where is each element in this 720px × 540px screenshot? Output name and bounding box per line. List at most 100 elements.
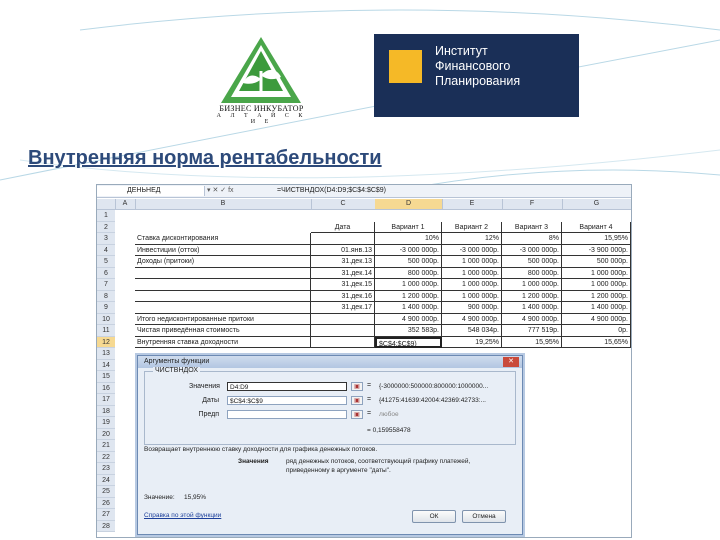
date-cell[interactable]: 31.дек.14 xyxy=(311,267,375,279)
row-header[interactable]: 23 xyxy=(97,463,115,475)
cancel-button[interactable]: Отмена xyxy=(462,510,506,523)
date-cell[interactable]: 31.дек.15 xyxy=(311,279,375,291)
row-header[interactable]: 11 xyxy=(97,325,115,337)
formula-buttons[interactable]: ▾ ✕ ✓ fx xyxy=(207,186,272,196)
value-cell[interactable]: 500 000р. xyxy=(502,256,562,268)
value-cell[interactable]: 500 000р. xyxy=(562,256,631,268)
total-cell[interactable]: 4 900 000р. xyxy=(562,313,631,325)
table-cell[interactable] xyxy=(311,325,375,337)
value-cell[interactable]: 1 000 000р. xyxy=(442,290,502,302)
label-cell[interactable]: Инвестиции (отток) xyxy=(135,244,311,256)
row-header[interactable]: 1 xyxy=(97,210,115,222)
total-cell[interactable]: 4 900 000р. xyxy=(502,313,562,325)
npv-cell[interactable]: 0р. xyxy=(562,325,631,337)
collapse-dialog-icon[interactable]: ▣ xyxy=(351,396,363,405)
label-cell[interactable]: Внутренняя ставка доходности xyxy=(135,336,311,348)
value-cell[interactable]: 1 000 000р. xyxy=(442,279,502,291)
row-header[interactable]: 3 xyxy=(97,233,115,245)
rate-cell[interactable]: 15,95% xyxy=(562,233,631,245)
collapse-dialog-icon[interactable]: ▣ xyxy=(351,382,363,391)
column-header-g[interactable]: G xyxy=(562,199,631,209)
irr-cell[interactable]: 15,65% xyxy=(562,336,631,348)
label-cell[interactable] xyxy=(135,302,311,314)
column-header-e[interactable]: E xyxy=(442,199,503,209)
header-cell[interactable]: Вариант 1 xyxy=(375,221,442,233)
row-header[interactable]: 12 xyxy=(97,336,115,348)
name-box[interactable]: ДЕНЬНЕД xyxy=(97,186,205,196)
table-cell[interactable] xyxy=(311,233,375,245)
header-cell[interactable]: Вариант 2 xyxy=(442,221,502,233)
row-header[interactable]: 14 xyxy=(97,359,115,371)
table-cell[interactable] xyxy=(311,313,375,325)
label-cell[interactable] xyxy=(135,279,311,291)
column-header-b[interactable]: B xyxy=(135,199,312,209)
guess-input[interactable] xyxy=(227,410,347,419)
close-icon[interactable]: ✕ xyxy=(503,357,519,367)
table-cell[interactable] xyxy=(311,336,375,348)
ok-button[interactable]: ОК xyxy=(412,510,456,523)
header-cell[interactable]: Вариант 3 xyxy=(502,221,562,233)
value-cell[interactable]: 1 400 000р. xyxy=(375,302,442,314)
row-header[interactable]: 5 xyxy=(97,256,115,268)
row-header[interactable]: 27 xyxy=(97,509,115,521)
row-header[interactable]: 7 xyxy=(97,279,115,291)
npv-cell[interactable]: 352 583р. xyxy=(375,325,442,337)
help-link[interactable]: Справка по этой функции xyxy=(144,512,221,519)
value-cell[interactable]: 1 000 000р. xyxy=(442,267,502,279)
rate-cell[interactable]: 12% xyxy=(442,233,502,245)
value-cell[interactable]: 1 000 000р. xyxy=(502,279,562,291)
row-header[interactable]: 6 xyxy=(97,267,115,279)
row-header[interactable]: 20 xyxy=(97,428,115,440)
irr-cell[interactable]: 15,95% xyxy=(502,336,562,348)
value-cell[interactable]: 1 200 000р. xyxy=(502,290,562,302)
value-cell[interactable]: 1 200 000р. xyxy=(375,290,442,302)
dates-input[interactable]: $C$4:$C$9 xyxy=(227,396,347,405)
value-cell[interactable]: -3 000 000р. xyxy=(502,244,562,256)
npv-cell[interactable]: 777 519р. xyxy=(502,325,562,337)
value-cell[interactable]: -3 000 000р. xyxy=(442,244,502,256)
row-header[interactable]: 10 xyxy=(97,313,115,325)
row-header[interactable]: 22 xyxy=(97,451,115,463)
row-header[interactable]: 18 xyxy=(97,405,115,417)
row-header[interactable]: 25 xyxy=(97,486,115,498)
active-cell[interactable]: $C$4:$C$9) xyxy=(375,336,442,348)
value-cell[interactable]: 1 000 000р. xyxy=(562,267,631,279)
value-cell[interactable]: 1 400 000р. xyxy=(562,302,631,314)
value-cell[interactable]: 1 000 000р. xyxy=(562,279,631,291)
date-cell[interactable]: 01.янв.13 xyxy=(311,244,375,256)
label-cell[interactable]: Чистая приведённая стоимость xyxy=(135,325,311,337)
total-cell[interactable]: 4 900 000р. xyxy=(442,313,502,325)
value-cell[interactable]: 1 000 000р. xyxy=(442,256,502,268)
row-header[interactable]: 28 xyxy=(97,520,115,532)
value-cell[interactable]: -3 000 000р. xyxy=(375,244,442,256)
irr-cell[interactable]: 19,25% xyxy=(442,336,502,348)
row-header[interactable]: 17 xyxy=(97,394,115,406)
total-cell[interactable]: 4 900 000р. xyxy=(375,313,442,325)
value-cell[interactable]: 1 400 000р. xyxy=(502,302,562,314)
row-header[interactable]: 19 xyxy=(97,417,115,429)
row-header[interactable]: 2 xyxy=(97,221,115,233)
value-cell[interactable]: 1 200 000р. xyxy=(562,290,631,302)
date-cell[interactable]: 31.дек.13 xyxy=(311,256,375,268)
label-cell[interactable]: Доходы (притоки) xyxy=(135,256,311,268)
date-cell[interactable]: 31.дек.17 xyxy=(311,302,375,314)
value-cell[interactable]: 500 000р. xyxy=(375,256,442,268)
collapse-dialog-icon[interactable]: ▣ xyxy=(351,410,363,419)
value-cell[interactable]: 1 000 000р. xyxy=(375,279,442,291)
row-header[interactable]: 24 xyxy=(97,474,115,486)
npv-cell[interactable]: 548 034р. xyxy=(442,325,502,337)
row-header[interactable]: 26 xyxy=(97,497,115,509)
column-header-c[interactable]: C xyxy=(311,199,376,209)
value-cell[interactable]: 900 000р. xyxy=(442,302,502,314)
value-cell[interactable]: -3 900 000р. xyxy=(562,244,631,256)
header-cell[interactable]: Дата xyxy=(311,221,375,233)
row-header[interactable]: 13 xyxy=(97,348,115,360)
header-cell[interactable]: Вариант 4 xyxy=(562,221,631,233)
rate-cell[interactable]: 8% xyxy=(502,233,562,245)
date-cell[interactable]: 31.дек.16 xyxy=(311,290,375,302)
label-cell[interactable] xyxy=(135,290,311,302)
row-header[interactable]: 9 xyxy=(97,302,115,314)
column-header-f[interactable]: F xyxy=(502,199,563,209)
label-cell[interactable]: Итого недисконтированные притоки xyxy=(135,313,311,325)
row-header[interactable]: 16 xyxy=(97,382,115,394)
